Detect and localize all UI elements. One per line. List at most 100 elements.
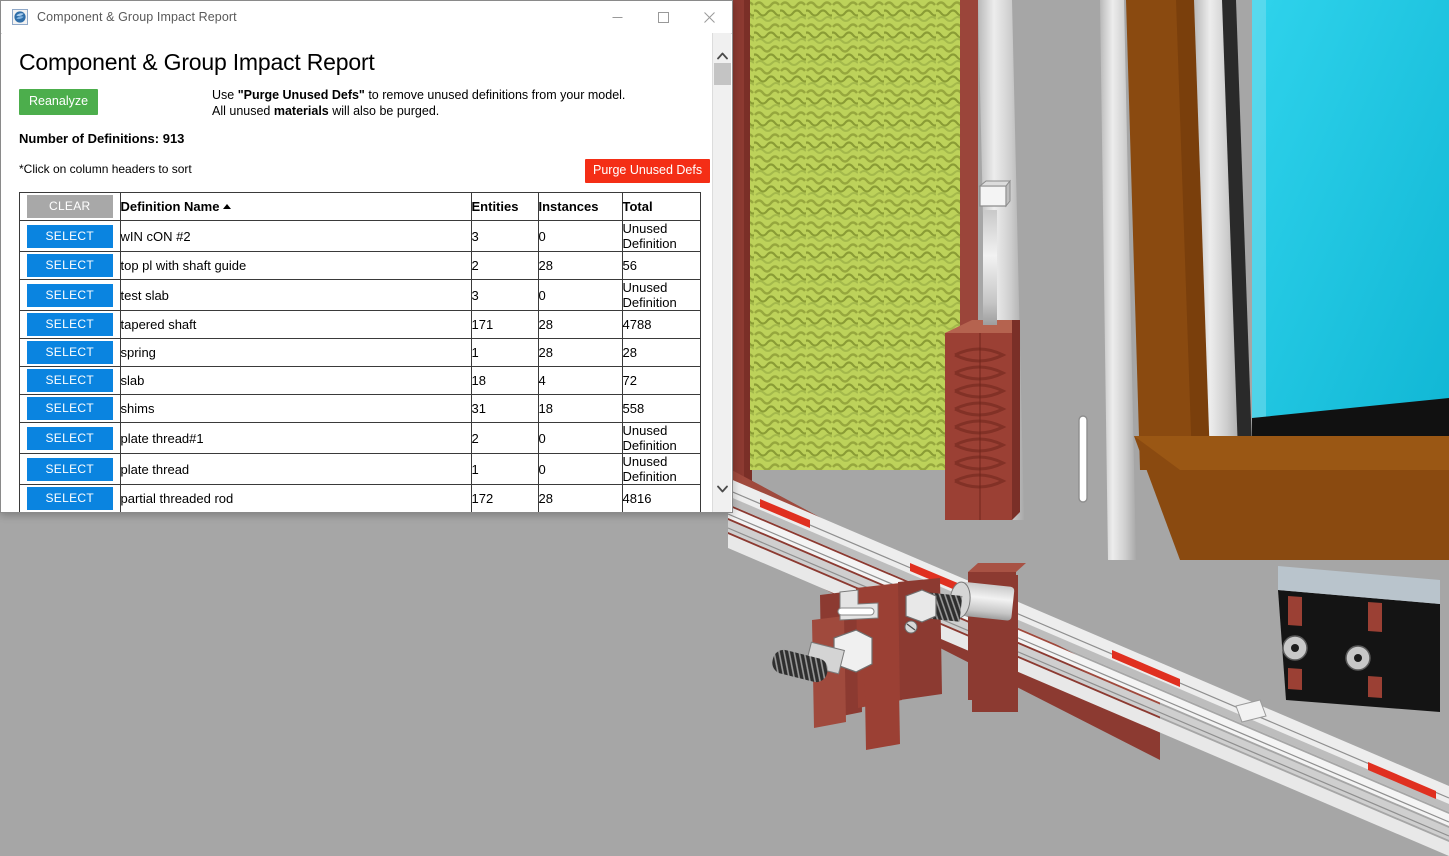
select-button[interactable]: SELECT bbox=[27, 341, 113, 364]
definitions-table: CLEAR Definition Name Entities Instances… bbox=[20, 193, 700, 512]
select-button[interactable]: SELECT bbox=[27, 487, 113, 510]
cell-total: Unused Definition bbox=[622, 280, 700, 311]
cell-instances: 0 bbox=[538, 454, 622, 485]
table-header-row: CLEAR Definition Name Entities Instances… bbox=[20, 193, 700, 221]
window-controls[interactable] bbox=[594, 1, 732, 33]
cell-total: 56 bbox=[622, 252, 700, 280]
header-definition-name-label: Definition Name bbox=[121, 199, 220, 214]
model-green-panel bbox=[750, 0, 970, 470]
table-header: CLEAR Definition Name Entities Instances… bbox=[20, 193, 700, 221]
cell-instances: 18 bbox=[538, 395, 622, 423]
cell-total: 72 bbox=[622, 367, 700, 395]
row-action-cell: SELECT bbox=[20, 221, 120, 252]
dialog-vertical-scrollbar[interactable] bbox=[712, 33, 731, 512]
table-row: SELECT test slab30Unused Definition bbox=[20, 280, 700, 311]
select-button[interactable]: SELECT bbox=[27, 427, 113, 450]
maximize-icon[interactable] bbox=[640, 1, 686, 33]
hint-line-2: All unused materials will also be purged… bbox=[212, 103, 625, 119]
cell-total: Unused Definition bbox=[622, 221, 700, 252]
header-action: CLEAR bbox=[20, 193, 120, 221]
model-hex-nut-upper bbox=[906, 590, 936, 622]
select-button[interactable]: SELECT bbox=[27, 397, 113, 420]
header-entities[interactable]: Entities bbox=[471, 193, 538, 221]
cell-instances: 28 bbox=[538, 339, 622, 367]
cell-definition-name: tapered shaft bbox=[120, 311, 471, 339]
cell-entities: 31 bbox=[471, 395, 538, 423]
cell-instances: 28 bbox=[538, 311, 622, 339]
table-row: SELECTwIN cON #230Unused Definition bbox=[20, 221, 700, 252]
dialog-content: Component & Group Impact Report Reanalyz… bbox=[2, 33, 712, 512]
definitions-table-wrapper: CLEAR Definition Name Entities Instances… bbox=[19, 192, 701, 512]
cell-entities: 3 bbox=[471, 221, 538, 252]
row-action-cell: SELECT bbox=[20, 311, 120, 339]
cell-instances: 0 bbox=[538, 423, 622, 454]
hint-1-pre: Use bbox=[212, 88, 238, 102]
cell-total: 4788 bbox=[622, 311, 700, 339]
cell-definition-name: partial threaded rod bbox=[120, 485, 471, 513]
row-action-cell: SELECT bbox=[20, 395, 120, 423]
table-row: SELECT slab18472 bbox=[20, 367, 700, 395]
hint-1-bold: "Purge Unused Defs" bbox=[238, 88, 365, 102]
select-button[interactable]: SELECT bbox=[27, 313, 113, 336]
cell-definition-name: plate thread bbox=[120, 454, 471, 485]
cell-definition-name: slab bbox=[120, 367, 471, 395]
select-button[interactable]: SELECT bbox=[27, 369, 113, 392]
header-definition-name[interactable]: Definition Name bbox=[120, 193, 471, 221]
cell-instances: 28 bbox=[538, 252, 622, 280]
close-icon[interactable] bbox=[686, 1, 732, 33]
select-button[interactable]: SELECT bbox=[27, 284, 113, 307]
dialog-title: Component & Group Impact Report bbox=[37, 10, 237, 24]
cell-definition-name: top pl with shaft guide bbox=[120, 252, 471, 280]
reanalyze-button[interactable]: Reanalyze bbox=[19, 89, 98, 115]
cell-entities: 18 bbox=[471, 367, 538, 395]
definitions-count: Number of Definitions: 913 bbox=[2, 131, 712, 146]
header-total[interactable]: Total bbox=[622, 193, 700, 221]
sketchup-icon bbox=[12, 9, 28, 25]
cell-instances: 4 bbox=[538, 367, 622, 395]
table-row: SELECT tapered shaft171284788 bbox=[20, 311, 700, 339]
minimize-icon[interactable] bbox=[594, 1, 640, 33]
row-action-cell: SELECT bbox=[20, 423, 120, 454]
cell-definition-name: test slab bbox=[120, 280, 471, 311]
cell-definition-name: wIN cON #2 bbox=[120, 221, 471, 252]
clear-button[interactable]: CLEAR bbox=[27, 195, 113, 218]
model-shaft bbox=[983, 210, 997, 325]
model-glass bbox=[1252, 0, 1449, 452]
impact-report-dialog[interactable]: Component & Group Impact Report Componen… bbox=[0, 0, 733, 513]
cell-entities: 1 bbox=[471, 454, 538, 485]
cell-total: Unused Definition bbox=[622, 454, 700, 485]
purge-hint-text: Use "Purge Unused Defs" to remove unused… bbox=[212, 87, 625, 119]
cell-definition-name: spring bbox=[120, 339, 471, 367]
hint-2-bold: materials bbox=[274, 104, 329, 118]
dialog-titlebar[interactable]: Component & Group Impact Report bbox=[1, 1, 732, 34]
cell-entities: 3 bbox=[471, 280, 538, 311]
scroll-thumb[interactable] bbox=[714, 63, 731, 85]
row-action-cell: SELECT bbox=[20, 339, 120, 367]
cell-entities: 1 bbox=[471, 339, 538, 367]
table-row: SELECTpartial threaded rod172284816 bbox=[20, 485, 700, 513]
header-instances[interactable]: Instances bbox=[538, 193, 622, 221]
select-button[interactable]: SELECT bbox=[27, 225, 113, 248]
select-button[interactable]: SELECT bbox=[27, 458, 113, 481]
hint-line-1: Use "Purge Unused Defs" to remove unused… bbox=[212, 87, 625, 103]
cell-entities: 2 bbox=[471, 252, 538, 280]
cell-entities: 171 bbox=[471, 311, 538, 339]
table-row: SELECTspring12828 bbox=[20, 339, 700, 367]
select-button[interactable]: SELECT bbox=[27, 254, 113, 277]
cell-entities: 2 bbox=[471, 423, 538, 454]
cell-total: 28 bbox=[622, 339, 700, 367]
purge-unused-defs-button[interactable]: Purge Unused Defs bbox=[585, 159, 710, 183]
sort-note-row: *Click on column headers to sort Purge U… bbox=[2, 159, 712, 189]
table-row: SELECTshims3118558 bbox=[20, 395, 700, 423]
hint-1-post: to remove unused definitions from your m… bbox=[365, 88, 626, 102]
chevron-down-icon[interactable] bbox=[713, 480, 732, 498]
cell-instances: 0 bbox=[538, 280, 622, 311]
model-bolt-head bbox=[980, 186, 1006, 206]
cell-definition-name: shims bbox=[120, 395, 471, 423]
action-row: Reanalyze Use "Purge Unused Defs" to rem… bbox=[2, 89, 712, 135]
hint-2-pre: All unused bbox=[212, 104, 274, 118]
table-row: SELECTplate thread#120Unused Definition bbox=[20, 423, 700, 454]
sort-hint: *Click on column headers to sort bbox=[19, 162, 192, 176]
table-row: SELECT plate thread10Unused Definition bbox=[20, 454, 700, 485]
row-action-cell: SELECT bbox=[20, 367, 120, 395]
